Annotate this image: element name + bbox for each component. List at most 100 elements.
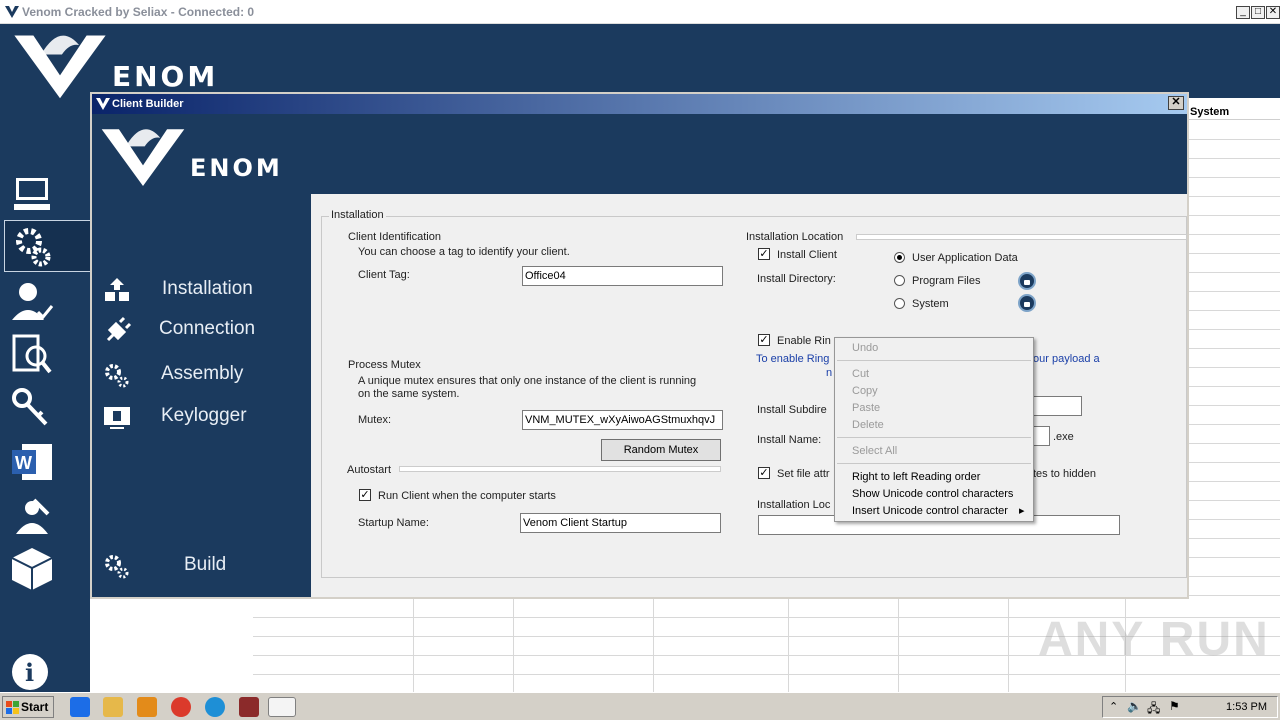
menu-show-unicode[interactable]: Show Unicode control characters — [852, 488, 1013, 500]
set-attr-label: Set file attr — [777, 468, 830, 480]
venom-small-logo-icon — [96, 98, 110, 110]
menu-select-all[interactable]: Select All — [852, 445, 897, 457]
radio-user-appdata-label: User Application Data — [912, 252, 1018, 264]
menu-paste[interactable]: Paste — [852, 402, 880, 414]
gears-icon — [105, 364, 129, 388]
winrar-icon[interactable] — [239, 697, 259, 717]
plug-icon — [106, 316, 132, 342]
watermark: ANY RUN — [1038, 613, 1270, 666]
flag-icon[interactable]: ⚑ — [1169, 699, 1180, 713]
autostart-separator — [399, 466, 721, 472]
mutex-input[interactable]: VNM_MUTEX_wXyAiwoAGStmuxhqvJ — [522, 410, 723, 430]
shield-lock-icon — [1018, 272, 1036, 290]
start-label: Start — [21, 700, 49, 714]
install-name-label: Install Name: — [757, 434, 822, 446]
minimize-button[interactable]: _ — [1236, 6, 1250, 19]
chrome-icon[interactable] — [171, 697, 191, 717]
mutex-title: Process Mutex — [348, 359, 421, 371]
tray-arrow-icon[interactable]: ⌃ — [1109, 700, 1118, 713]
submenu-arrow-icon: ▸ — [1019, 505, 1025, 517]
install-dir-label: Install Directory: — [757, 273, 836, 285]
run-on-start-checkbox[interactable]: ✓ — [359, 489, 371, 501]
ie-icon[interactable] — [70, 697, 90, 717]
client-tag-input[interactable]: Office04 — [522, 266, 723, 286]
keylogger-icon — [104, 407, 130, 429]
build-label: Build — [184, 554, 227, 575]
about-info-icon[interactable]: i — [8, 650, 56, 694]
set-attr-checkbox[interactable]: ✓ — [758, 467, 770, 479]
nav-keylogger[interactable]: Keylogger — [92, 401, 310, 433]
nav-connection[interactable]: Connection — [92, 314, 310, 346]
menu-copy[interactable]: Copy — [852, 385, 878, 397]
network-icon[interactable]: 🖧 — [1147, 699, 1160, 720]
mutex-label: Mutex: — [358, 414, 392, 426]
nav-assembly[interactable]: Assembly — [92, 359, 310, 391]
install-location-title: Installation Location — [746, 231, 844, 243]
package-box-icon[interactable] — [8, 546, 56, 590]
installation-panel: Installation Client Identification You c… — [311, 194, 1187, 597]
system-tray: ⌃ 🔈 🖧 ⚑ 1:53 PM — [1102, 696, 1278, 718]
exe-suffix: .exe — [1053, 431, 1074, 443]
volume-icon[interactable]: 🔈 — [1127, 699, 1142, 713]
install-subdir-input[interactable] — [1026, 396, 1082, 416]
sidebar-settings-active[interactable] — [4, 220, 92, 272]
svg-text:i: i — [25, 658, 34, 687]
install-client-label: Install Client — [777, 249, 837, 261]
user-check-icon[interactable] — [8, 280, 56, 324]
upload-boxes-icon — [105, 278, 129, 301]
search-document-icon[interactable] — [8, 332, 56, 376]
clock[interactable]: 1:53 PM — [1226, 701, 1267, 713]
menu-insert-unicode[interactable]: Insert Unicode control character — [852, 505, 1008, 517]
enable-ring-checkbox[interactable]: ✓ — [758, 334, 770, 346]
radio-program-files[interactable] — [894, 275, 905, 286]
main-header: ENOM — [90, 24, 1280, 98]
nav-assembly-label: Assembly — [161, 363, 244, 384]
ring-note-right: our payload a — [1033, 353, 1100, 365]
radio-program-files-label: Program Files — [912, 275, 981, 287]
dialog-close-button[interactable]: ✕ — [1168, 96, 1184, 110]
random-mutex-button[interactable]: Random Mutex — [601, 439, 721, 461]
maximize-button[interactable]: □ — [1251, 6, 1265, 19]
system-column-grid — [1188, 121, 1280, 601]
system-column-header[interactable]: System — [1188, 106, 1280, 120]
menu-rtl[interactable]: Right to left Reading order — [852, 471, 980, 483]
client-id-title: Client Identification — [348, 231, 441, 243]
startup-name-label: Startup Name: — [358, 517, 429, 529]
install-location-separator — [856, 234, 1187, 240]
computer-icon[interactable] — [8, 174, 56, 218]
taskbar-venom-window[interactable] — [268, 697, 296, 717]
dialog-brand-text: ENOM — [190, 154, 283, 182]
radio-system[interactable] — [894, 298, 905, 309]
client-tag-label: Client Tag: — [358, 269, 410, 281]
ring-note-left2: n — [826, 367, 833, 379]
build-button[interactable]: Build — [92, 550, 310, 582]
dialog-titlebar: Client Builder ✕ — [92, 94, 1187, 114]
about-label[interactable]: About — [94, 663, 146, 686]
venom-dialog-logo-icon — [101, 129, 185, 186]
judge-gavel-icon[interactable] — [8, 494, 56, 538]
main-window-title: Venom Cracked by Seliax - Connected: 0 — [22, 5, 255, 19]
nav-installation-label: Installation — [162, 278, 253, 299]
install-location-label: Installation Loc — [757, 499, 831, 511]
autostart-title: Autostart — [347, 464, 392, 476]
start-button[interactable]: Start — [2, 696, 54, 718]
main-titlebar: Venom Cracked by Seliax - Connected: 0 _… — [0, 0, 1280, 24]
word-document-icon[interactable]: W — [8, 440, 56, 484]
menu-cut[interactable]: Cut — [852, 368, 869, 380]
windows-logo-icon — [6, 701, 19, 714]
gears-icon — [16, 228, 51, 267]
keys-icon[interactable] — [8, 386, 56, 430]
install-client-checkbox[interactable]: ✓ — [758, 248, 770, 260]
menu-separator — [837, 463, 1031, 464]
folder-icon[interactable] — [103, 697, 123, 717]
media-player-icon[interactable] — [137, 697, 157, 717]
close-button[interactable]: ✕ — [1266, 6, 1280, 19]
nav-installation[interactable]: Installation — [92, 274, 310, 306]
menu-undo[interactable]: Undo — [852, 342, 878, 354]
radio-system-label: System — [912, 298, 949, 310]
edge-icon[interactable] — [205, 697, 225, 717]
startup-name-input[interactable]: Venom Client Startup — [520, 513, 721, 533]
menu-separator — [837, 360, 1031, 361]
menu-delete[interactable]: Delete — [852, 419, 884, 431]
radio-user-appdata[interactable] — [894, 252, 905, 263]
